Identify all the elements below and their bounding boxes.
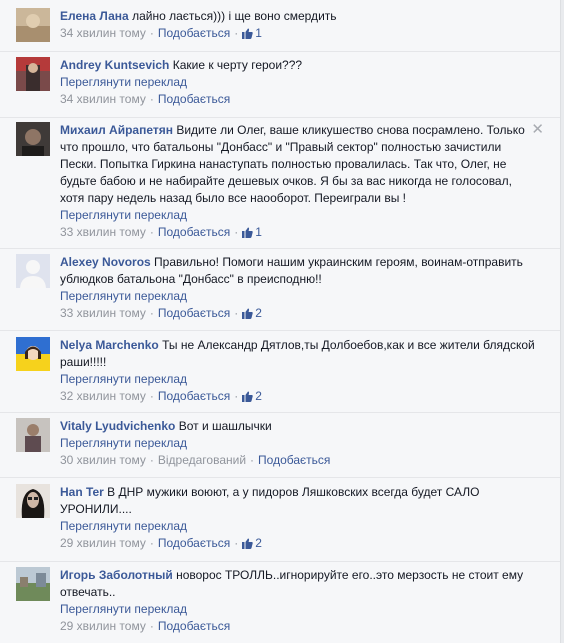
like-button[interactable]: Подобається — [158, 389, 230, 403]
comment-meta: 29 хвилин тому · Подобається · 2 — [60, 536, 262, 550]
comment-author[interactable]: Nelya Marchenko — [60, 338, 159, 352]
comment-time[interactable]: 33 хвилин тому — [60, 225, 146, 239]
default-avatar-icon — [16, 254, 50, 288]
see-translation-link[interactable]: Переглянути переклад — [60, 518, 538, 535]
avatar-photo-icon — [16, 418, 50, 452]
avatar[interactable] — [16, 567, 50, 601]
see-translation-link[interactable]: Переглянути переклад — [60, 601, 538, 618]
thumbs-up-icon — [242, 538, 253, 549]
avatar[interactable] — [16, 57, 50, 91]
comment-meta: 29 хвилин тому · Подобається — [60, 619, 231, 633]
avatar[interactable] — [16, 254, 50, 288]
divider — [0, 51, 560, 52]
comment-author[interactable]: Han Ter — [60, 485, 104, 499]
comment-body: Alexey Novoros Правильно! Помоги нашим у… — [60, 254, 538, 322]
divider — [0, 561, 560, 562]
like-count-value: 1 — [255, 225, 262, 239]
comment-body: Михаил Айрапетян Видите ли Олег, ваше кл… — [60, 122, 538, 241]
comment-text: лайно лається))) і ще воно смердить — [132, 9, 337, 23]
avatar-photo-icon — [16, 484, 50, 518]
comment-body: Nelya Marchenko Ты не Александр Дятлов,т… — [60, 337, 538, 405]
avatar[interactable] — [16, 484, 50, 518]
like-count-value: 1 — [255, 26, 262, 40]
comment-time[interactable]: 29 хвилин тому — [60, 536, 146, 550]
comment-meta: 33 хвилин тому · Подобається · 2 — [60, 306, 262, 320]
see-translation-link[interactable]: Переглянути переклад — [60, 371, 538, 388]
divider — [0, 330, 560, 331]
thumbs-up-icon — [242, 308, 253, 319]
avatar[interactable] — [16, 418, 50, 452]
comment-meta: 33 хвилин тому · Подобається · 1 — [60, 225, 262, 239]
like-button[interactable]: Подобається — [158, 92, 230, 106]
comment-author[interactable]: Елена Лана — [60, 9, 129, 23]
comment-time[interactable]: 33 хвилин тому — [60, 306, 146, 320]
like-count[interactable]: 1 — [242, 225, 262, 239]
like-count[interactable]: 1 — [242, 26, 262, 40]
thumbs-up-icon — [242, 391, 253, 402]
thumbs-up-icon — [242, 28, 253, 39]
comment-body: Vitaly Lyudvichenko Вот и шашлычки Перег… — [60, 418, 538, 469]
comments-feed: Елена Лана лайно лається))) і ще воно см… — [0, 0, 561, 643]
see-translation-link[interactable]: Переглянути переклад — [60, 74, 538, 91]
like-count-value: 2 — [255, 536, 262, 550]
like-button[interactable]: Подобається — [158, 619, 230, 633]
comment-author[interactable]: Михаил Айрапетян — [60, 123, 173, 137]
divider — [0, 412, 560, 413]
thumbs-up-icon — [242, 227, 253, 238]
like-button[interactable]: Подобається — [158, 225, 230, 239]
comment-text: В ДНР мужики воюют, а у пидоров Ляшковск… — [60, 485, 480, 516]
comment-meta: 34 хвилин тому · Подобається — [60, 92, 231, 106]
like-button[interactable]: Подобається — [258, 453, 330, 467]
avatar-photo-icon — [16, 57, 50, 91]
avatar[interactable] — [16, 8, 50, 42]
comment-time[interactable]: 34 хвилин тому — [60, 92, 146, 106]
comment-body: Andrey Kuntsevich Какие к черту герои???… — [60, 57, 538, 108]
divider — [0, 477, 560, 478]
divider — [0, 248, 560, 249]
avatar-photo-icon — [16, 337, 50, 371]
comment-text: Вот и шашлычки — [178, 419, 272, 433]
comment-body: Han Ter В ДНР мужики воюют, а у пидоров … — [60, 484, 538, 552]
see-translation-link[interactable]: Переглянути переклад — [60, 435, 538, 452]
like-button[interactable]: Подобається — [158, 26, 230, 40]
like-button[interactable]: Подобається — [158, 306, 230, 320]
comment-time[interactable]: 30 хвилин тому — [60, 453, 146, 467]
avatar[interactable] — [16, 122, 50, 156]
comment-body: Игорь Заболотный новорос ТРОЛЛЬ..игнорир… — [60, 567, 538, 635]
comment-time[interactable]: 34 хвилин тому — [60, 26, 146, 40]
comment-author[interactable]: Alexey Novoros — [60, 255, 151, 269]
edited-label[interactable]: Відредагований — [158, 453, 246, 467]
comment-meta: 30 хвилин тому · Відредагований · Подобаєтьс… — [60, 453, 331, 467]
avatar-photo-icon — [16, 8, 50, 42]
see-translation-link[interactable]: Переглянути переклад — [60, 288, 538, 305]
comment-author[interactable]: Игорь Заболотный — [60, 568, 173, 582]
avatar-photo-icon — [16, 567, 50, 601]
comment-time[interactable]: 32 хвилин тому — [60, 389, 146, 403]
like-count[interactable]: 2 — [242, 389, 262, 403]
comment-meta: 34 хвилин тому · Подобається · 1 — [60, 26, 262, 40]
comment-text: Какие к черту герои??? — [172, 58, 303, 72]
avatar-photo-icon — [16, 122, 50, 156]
comment-time[interactable]: 29 хвилин тому — [60, 619, 146, 633]
see-translation-link[interactable]: Переглянути переклад — [60, 207, 538, 224]
divider — [0, 117, 560, 118]
close-icon[interactable]: ✕ — [531, 120, 544, 138]
like-count-value: 2 — [255, 389, 262, 403]
avatar[interactable] — [16, 337, 50, 371]
like-count[interactable]: 2 — [242, 306, 262, 320]
comment-body: Елена Лана лайно лається))) і ще воно см… — [60, 8, 538, 42]
comment-author[interactable]: Vitaly Lyudvichenko — [60, 419, 175, 433]
comment-author[interactable]: Andrey Kuntsevich — [60, 58, 169, 72]
like-button[interactable]: Подобається — [158, 536, 230, 550]
like-count[interactable]: 2 — [242, 536, 262, 550]
like-count-value: 2 — [255, 306, 262, 320]
comment-meta: 32 хвилин тому · Подобається · 2 — [60, 389, 262, 403]
